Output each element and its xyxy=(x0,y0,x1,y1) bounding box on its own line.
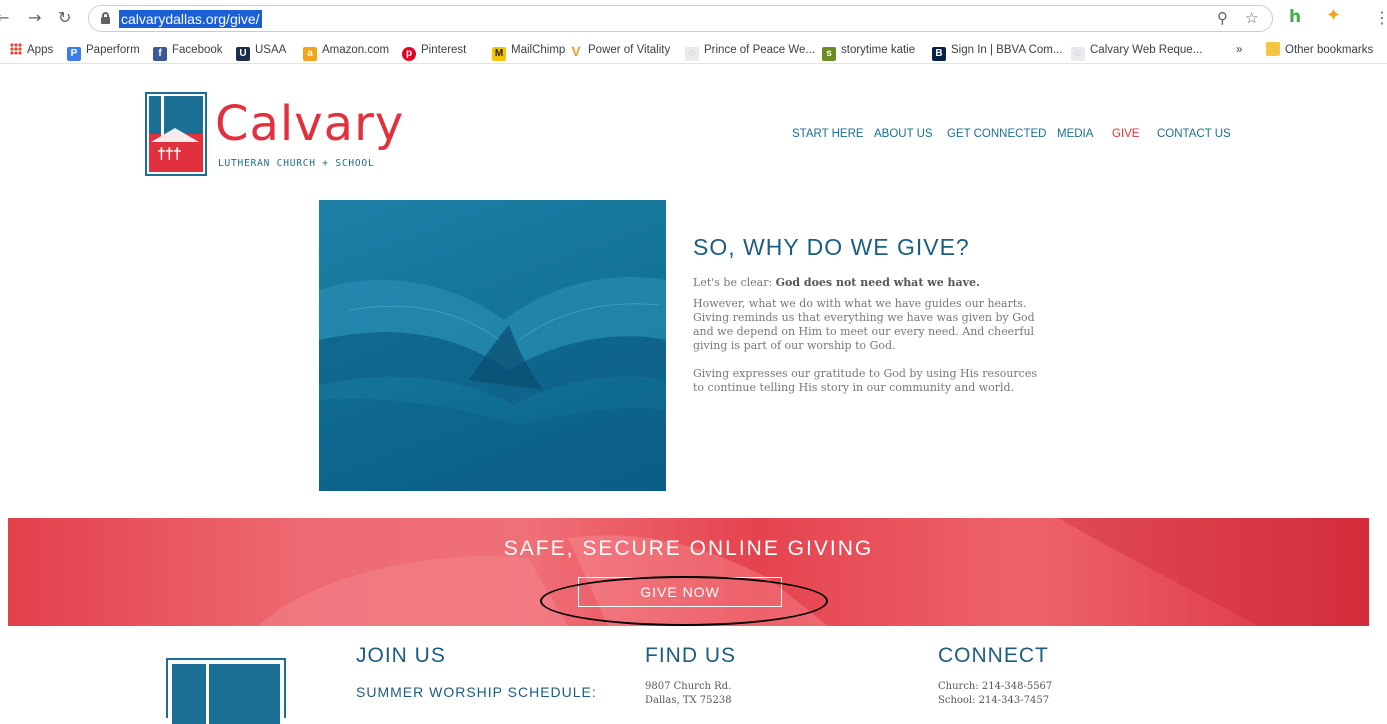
page-title: SO, WHY DO WE GIVE? xyxy=(693,234,970,260)
bookmark-other-bookmarks[interactable]: Other bookmarks xyxy=(1266,41,1373,59)
browser-toolbar: ← → ↻ calvarydallas.org/give/ ⚲ ☆ h ✦ ⋮ xyxy=(0,0,1387,36)
brand-name[interactable]: Calvary xyxy=(215,100,404,148)
pinterest-icon: p xyxy=(402,47,416,61)
bookmark-pinterest[interactable]: p Pinterest xyxy=(402,41,466,61)
highlight-ellipse xyxy=(540,576,828,626)
bookmarks-overflow-button[interactable]: » xyxy=(1236,41,1242,59)
banner-title: SAFE, SECURE ONLINE GIVING xyxy=(503,537,874,560)
nav-about-us[interactable]: ABOUT US xyxy=(874,128,933,140)
honey-extension-icon[interactable]: h xyxy=(1289,7,1301,27)
brand-subtitle: LUTHERAN CHURCH + SCHOOL xyxy=(218,158,375,169)
address-line-2: Dallas, TX 75238 xyxy=(645,695,732,706)
bookmark-amazon[interactable]: a Amazon.com xyxy=(303,41,389,61)
amazon-icon: a xyxy=(303,47,317,61)
join-us-heading: JOIN US xyxy=(356,644,446,667)
gratitude-paragraph: Giving expresses our gratitude to God by… xyxy=(693,367,1037,394)
bookmark-prince-of-peace[interactable]: ◌ Prince of Peace We... xyxy=(685,41,815,61)
zoom-icon[interactable]: ⚲ xyxy=(1217,9,1228,27)
school-phone[interactable]: School: 214-343-7457 xyxy=(938,694,1049,707)
open-book-image xyxy=(319,200,666,491)
web-icon: ◌ xyxy=(685,47,699,61)
bookmark-power-of-vitality[interactable]: V Power of Vitality xyxy=(569,41,670,59)
address-line-1: 9807 Church Rd. xyxy=(645,681,732,692)
apps-grid-icon xyxy=(10,43,22,55)
bookmark-paperform[interactable]: P Paperform xyxy=(67,41,140,61)
storytime-icon: s xyxy=(822,47,836,61)
address-bar[interactable]: calvarydallas.org/give/ ⚲ ☆ xyxy=(88,5,1273,32)
nav-contact-us[interactable]: CONTACT US xyxy=(1157,128,1231,140)
worship-schedule-heading: SUMMER WORSHIP SCHEDULE: xyxy=(356,684,597,700)
nav-media[interactable]: MEDIA xyxy=(1057,128,1093,140)
connect-heading: CONNECT xyxy=(938,644,1049,667)
intro-paragraph: Let's be clear: God does not need what w… xyxy=(693,276,980,289)
bookmark-bbva[interactable]: B Sign In | BBVA Com... xyxy=(932,41,1062,61)
nav-start-here[interactable]: START HERE xyxy=(792,128,864,140)
mailchimp-icon: M xyxy=(492,47,506,61)
bookmark-apps[interactable]: Apps xyxy=(10,41,53,59)
extension-icon[interactable]: ✦ xyxy=(1326,5,1341,26)
bookmark-storytime-katie[interactable]: s storytime katie xyxy=(822,41,915,61)
url-text[interactable]: calvarydallas.org/give/ xyxy=(119,10,262,28)
giving-paragraph: However, what we do with what we have gu… xyxy=(693,297,1035,352)
web-icon: ◌ xyxy=(1071,47,1085,61)
bookmark-star-icon[interactable]: ☆ xyxy=(1245,9,1258,27)
nav-give[interactable]: GIVE xyxy=(1112,128,1139,140)
find-us-heading: FIND US xyxy=(645,644,736,667)
vitality-icon: V xyxy=(569,44,583,58)
back-icon[interactable]: ← xyxy=(0,8,9,27)
calvary-logo-mark[interactable]: ††† xyxy=(145,92,207,176)
bbva-icon: B xyxy=(932,47,946,61)
footer-logo[interactable] xyxy=(166,658,286,724)
bookmark-mailchimp[interactable]: M MailChimp xyxy=(492,41,565,61)
usaa-icon: U xyxy=(236,47,250,61)
nav-get-connected[interactable]: GET CONNECTED xyxy=(947,128,1046,140)
forward-icon[interactable]: → xyxy=(28,8,41,27)
menu-icon[interactable]: ⋮ xyxy=(1374,8,1387,27)
bookmark-usaa[interactable]: U USAA xyxy=(236,41,286,61)
lock-icon[interactable] xyxy=(101,12,110,24)
bookmarks-bar: Apps P Paperform f Facebook U USAA a Amazon.… xyxy=(0,36,1387,64)
paperform-icon: P xyxy=(67,47,81,61)
reload-icon[interactable]: ↻ xyxy=(58,8,71,27)
bookmark-calvary-web-request[interactable]: ◌ Calvary Web Reque... xyxy=(1071,41,1202,61)
facebook-icon: f xyxy=(153,47,167,61)
church-phone[interactable]: Church: 214-348-5567 xyxy=(938,680,1052,693)
bookmark-facebook[interactable]: f Facebook xyxy=(153,41,223,61)
folder-icon xyxy=(1266,42,1280,56)
